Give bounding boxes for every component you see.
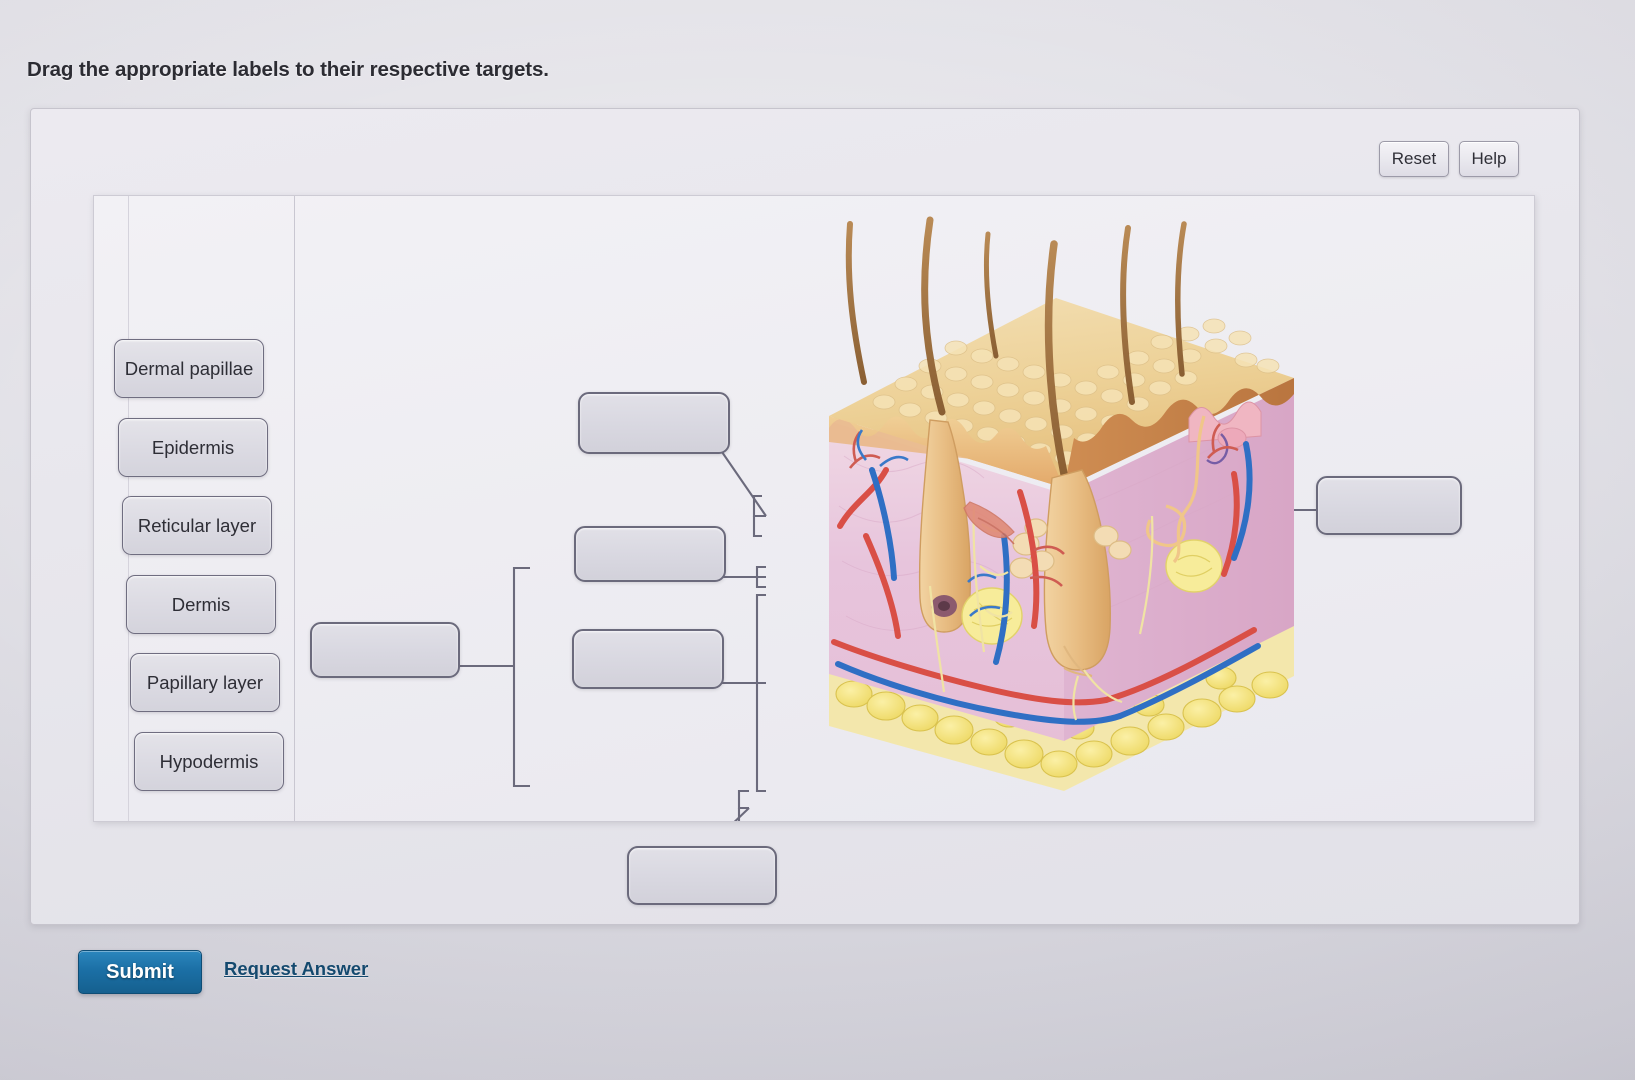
drop-target-left[interactable] <box>310 622 460 678</box>
bank-divider <box>294 196 295 821</box>
drop-target-right[interactable] <box>1316 476 1462 535</box>
request-answer-link[interactable]: Request Answer <box>224 958 368 980</box>
submit-button[interactable]: Submit <box>78 950 202 994</box>
help-button[interactable]: Help <box>1459 141 1519 177</box>
draggable-label-epidermis[interactable]: Epidermis <box>118 418 268 477</box>
drag-drop-workspace: Dermal papillae Epidermis Reticular laye… <box>93 195 1535 905</box>
drop-target-bottom[interactable] <box>627 846 777 905</box>
draggable-label-dermal-papillae[interactable]: Dermal papillae <box>114 339 264 398</box>
drop-target-lower-middle[interactable] <box>572 629 724 689</box>
draggable-label-papillary-layer[interactable]: Papillary layer <box>130 653 280 712</box>
exercise-card: Reset Help Dermal papillae Epidermis Ret… <box>30 108 1580 925</box>
label-bank: Dermal papillae Epidermis Reticular laye… <box>94 196 294 821</box>
draggable-label-dermis[interactable]: Dermis <box>126 575 276 634</box>
reset-button[interactable]: Reset <box>1379 141 1449 177</box>
drop-target-top[interactable] <box>578 392 730 454</box>
skin-cross-section-illustration <box>829 216 1294 791</box>
page-title: Drag the appropriate labels to their res… <box>27 58 549 81</box>
draggable-label-reticular-layer[interactable]: Reticular layer <box>122 496 272 555</box>
drop-target-upper-middle[interactable] <box>574 526 726 582</box>
draggable-label-hypodermis[interactable]: Hypodermis <box>134 732 284 791</box>
